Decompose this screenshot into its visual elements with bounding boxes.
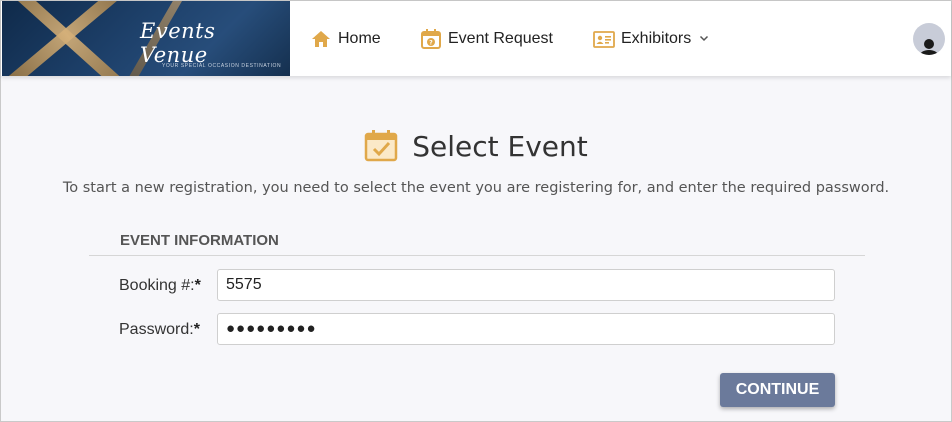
instructions-text: To start a new registration, you need to… — [62, 180, 890, 196]
logo-tagline: YOUR SPECIAL OCCASION DESTINATION — [162, 63, 282, 69]
user-avatar[interactable] — [913, 23, 945, 55]
section-divider — [89, 255, 865, 256]
password-label: Password:* — [119, 321, 200, 338]
password-input[interactable]: ●●●●●●●●● — [217, 313, 835, 345]
top-header: Events Venue YOUR SPECIAL OCCASION DESTI… — [1, 1, 951, 76]
home-icon — [310, 28, 332, 50]
required-mark: * — [193, 321, 200, 338]
svg-text:?: ? — [429, 39, 433, 46]
nav-event-request-label: Event Request — [448, 29, 553, 47]
nav-event-request[interactable]: ? Event Request — [420, 1, 553, 76]
avatar-head — [924, 39, 934, 49]
booking-label: Booking #:* — [119, 277, 201, 294]
calendar-check-icon — [364, 129, 398, 163]
logo-title: Events Venue — [140, 19, 216, 67]
calendar-question-icon: ? — [420, 28, 442, 50]
page-title-row: Select Event — [1, 129, 951, 163]
nav-home-label: Home — [338, 29, 381, 47]
logo-beam — [2, 1, 136, 76]
nav-exhibitors[interactable]: Exhibitors — [593, 1, 709, 76]
section-title: EVENT INFORMATION — [120, 232, 279, 249]
nav-exhibitors-label: Exhibitors — [621, 29, 692, 47]
nav-home[interactable]: Home — [310, 1, 381, 76]
events-venue-logo[interactable]: Events Venue YOUR SPECIAL OCCASION DESTI… — [2, 1, 290, 76]
continue-button[interactable]: CONTINUE — [720, 373, 835, 407]
avatar-body — [919, 50, 939, 55]
required-mark: * — [194, 277, 201, 294]
id-card-icon — [593, 28, 615, 50]
page-title: Select Event — [412, 129, 588, 163]
booking-number-input[interactable]: 5575 — [217, 269, 835, 301]
chevron-down-icon — [699, 30, 709, 48]
